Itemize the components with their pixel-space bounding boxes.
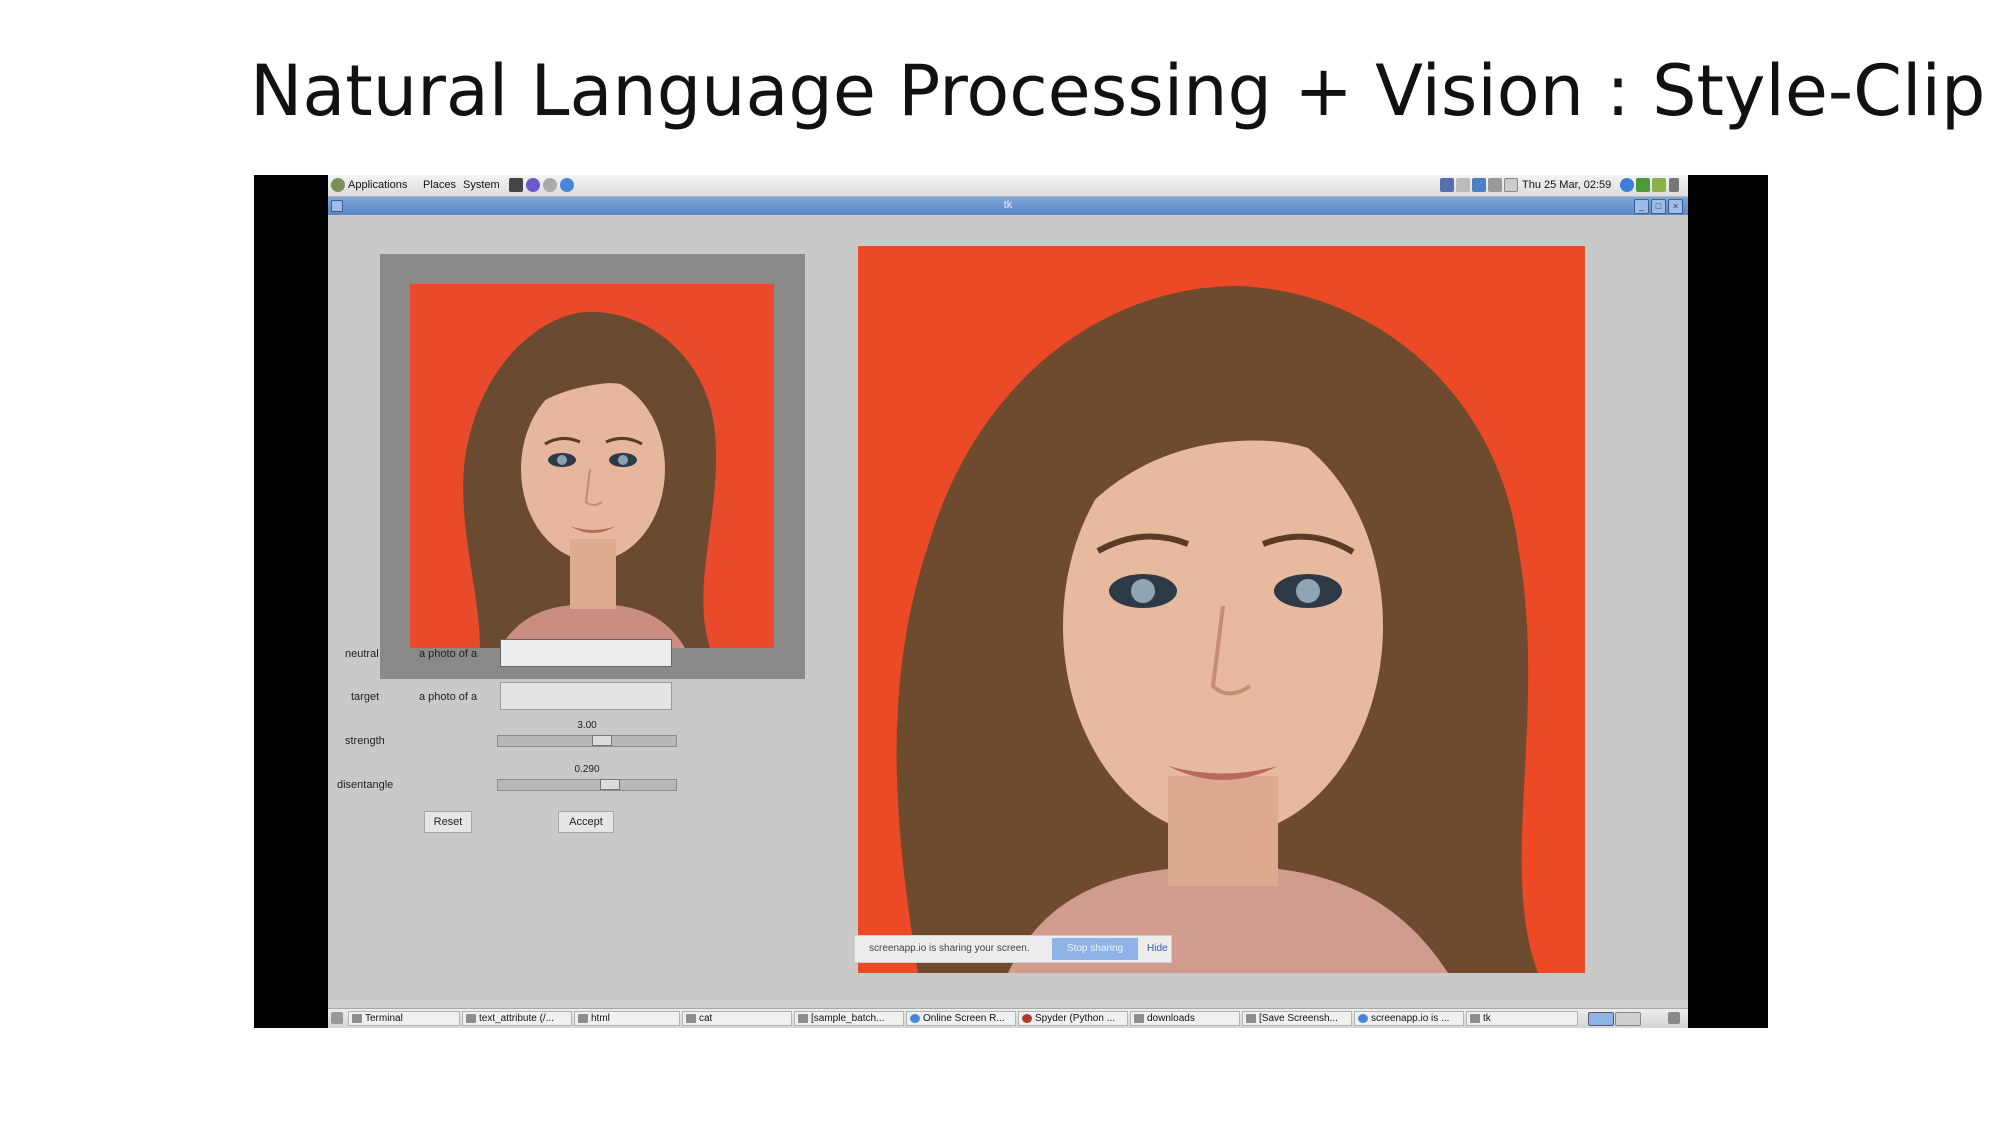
close-button[interactable]: × (1668, 199, 1683, 214)
reset-button[interactable]: Reset (424, 811, 472, 833)
neutral-input[interactable] (500, 639, 672, 667)
folder-icon (578, 1014, 588, 1023)
menu-places[interactable]: Places (423, 179, 456, 191)
spyder-icon (1022, 1014, 1032, 1023)
hide-link[interactable]: Hide (1147, 943, 1168, 954)
workspace-2[interactable] (1615, 1012, 1641, 1026)
disentangle-label: disentangle (337, 779, 394, 791)
disentangle-handle[interactable] (600, 779, 620, 790)
original-face-image (410, 284, 774, 648)
menu-applications[interactable]: Applications (348, 179, 407, 191)
network-icon[interactable] (1472, 178, 1486, 192)
strength-value: 3.00 (577, 720, 597, 731)
calendar-icon[interactable] (1504, 178, 1518, 192)
slide-title: Natural Language Processing + Vision : S… (250, 50, 1986, 132)
editor-icon (466, 1014, 476, 1023)
trash-icon[interactable] (1668, 1012, 1680, 1024)
desktop: Applications Places System Thu 25 Mar, 0… (328, 175, 1688, 1028)
minimize-button[interactable]: _ (1634, 199, 1649, 214)
taskbar-item-online-screen[interactable]: Online Screen R... (906, 1011, 1016, 1026)
screen-sharing-bar: screenapp.io is sharing your screen. Sto… (854, 935, 1172, 963)
window-icon (1470, 1014, 1480, 1023)
folder-icon (1134, 1014, 1144, 1023)
browser-launcher-icon[interactable] (526, 178, 540, 192)
strength-slider[interactable]: 3.00 (497, 720, 677, 750)
edited-face-image (858, 246, 1585, 973)
taskbar-item-save-screenshot[interactable]: [Save Screensh... (1242, 1011, 1352, 1026)
screenshot-icon (1246, 1014, 1256, 1023)
stop-sharing-button[interactable]: Stop sharing (1052, 938, 1138, 960)
target-input[interactable] (500, 682, 672, 710)
taskbar-item-terminal[interactable]: Terminal (348, 1011, 460, 1026)
styleclip-app: neutral a photo of a target a photo of a… (328, 215, 1688, 1000)
disentangle-slider[interactable]: 0.290 (497, 764, 677, 794)
help-icon[interactable] (1620, 178, 1634, 192)
taskbar-item-text-attribute[interactable]: text_attribute (/... (462, 1011, 572, 1026)
taskbar: Terminal text_attribute (/... html cat [… (328, 1008, 1688, 1028)
taskbar-item-tk[interactable]: tk (1466, 1011, 1578, 1026)
target-label: target (351, 691, 380, 703)
chrome-icon (1358, 1014, 1368, 1023)
show-desktop-icon[interactable] (331, 1012, 343, 1024)
accept-button[interactable]: Accept (558, 811, 614, 833)
taskbar-item-sample-batch[interactable]: [sample_batch... (794, 1011, 904, 1026)
window-list-icon[interactable] (1456, 178, 1470, 192)
maximize-button[interactable]: □ (1651, 199, 1666, 214)
window-title: tk (1003, 199, 1013, 211)
panel-menu-icon[interactable] (1669, 178, 1679, 192)
terminal-launcher-icon[interactable] (509, 178, 523, 192)
taskbar-item-html[interactable]: html (574, 1011, 680, 1026)
disentangle-value: 0.290 (574, 764, 600, 775)
disentangle-trough[interactable] (497, 779, 677, 791)
workspace-1[interactable] (1588, 1012, 1614, 1026)
target-prefix: a photo of a (419, 691, 478, 703)
gnome-foot-icon[interactable] (331, 178, 345, 192)
taskbar-item-downloads[interactable]: downloads (1130, 1011, 1240, 1026)
settings-launcher-icon[interactable] (543, 178, 557, 192)
strength-trough[interactable] (497, 735, 677, 747)
original-image-frame (380, 254, 805, 679)
sharing-message: screenapp.io is sharing your screen. (869, 943, 1030, 954)
window-titlebar[interactable]: tk _ □ × (328, 197, 1688, 215)
strength-handle[interactable] (592, 735, 612, 746)
taskbar-item-screenapp[interactable]: screenapp.io is ... (1354, 1011, 1464, 1026)
chrome-launcher-icon[interactable] (560, 178, 574, 192)
menu-system[interactable]: System (463, 179, 500, 191)
taskbar-item-spyder[interactable]: Spyder (Python ... (1018, 1011, 1128, 1026)
terminal-icon (352, 1014, 362, 1023)
clock[interactable]: Thu 25 Mar, 02:59 (1522, 179, 1611, 191)
top-panel: Applications Places System Thu 25 Mar, 0… (328, 175, 1688, 197)
neutral-prefix: a photo of a (419, 648, 478, 660)
neutral-label: neutral (345, 648, 379, 660)
taskbar-item-cat[interactable]: cat (682, 1011, 792, 1026)
update-icon[interactable] (1636, 178, 1650, 192)
flag-icon[interactable] (1440, 178, 1454, 192)
strength-label: strength (345, 735, 385, 747)
folder-icon (686, 1014, 696, 1023)
volume-icon[interactable] (1488, 178, 1502, 192)
chrome-icon (910, 1014, 920, 1023)
notes-icon[interactable] (1652, 178, 1666, 192)
image-icon (798, 1014, 808, 1023)
screen-recording: Applications Places System Thu 25 Mar, 0… (254, 175, 1768, 1028)
